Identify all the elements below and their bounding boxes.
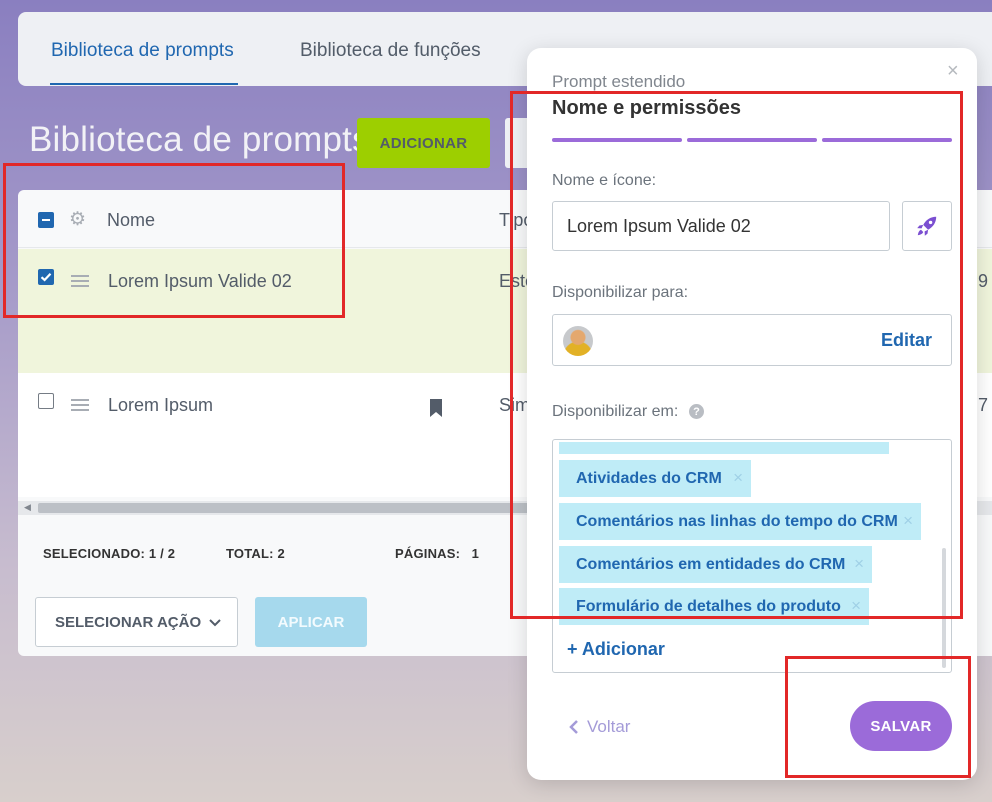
tag-label: Comentários nas linhas do tempo do CRM xyxy=(576,512,898,530)
tab-biblioteca-de-funcoes[interactable]: Biblioteca de funções xyxy=(300,40,481,62)
row-type: Sim xyxy=(499,395,529,415)
edit-link[interactable]: Editar xyxy=(881,330,932,351)
modal-title: Nome e permissões xyxy=(552,97,741,119)
pages-count: PÁGINAS: 1 xyxy=(395,546,480,561)
avatar[interactable] xyxy=(563,326,593,356)
tag-item: Comentários nas linhas do tempo do CRM × xyxy=(559,503,921,540)
tag-item: Atividades do CRM × xyxy=(559,460,751,497)
modal-subtitle: Prompt estendido xyxy=(552,72,686,91)
active-tab-underline xyxy=(50,83,238,85)
selected-count: SELECIONADO: 1 / 2 xyxy=(43,546,176,561)
remove-tag-icon[interactable]: × xyxy=(903,511,913,531)
total-count: TOTAL: 2 xyxy=(226,546,285,561)
help-icon[interactable]: ? xyxy=(689,404,704,419)
chevron-left-icon xyxy=(569,720,578,734)
rocket-icon xyxy=(917,216,937,236)
tag-item: Comentários em entidades do CRM × xyxy=(559,546,872,583)
tag-partial xyxy=(559,442,889,454)
name-label: Nome e ícone: xyxy=(552,172,657,189)
drag-handle-icon[interactable] xyxy=(71,399,89,411)
save-button[interactable]: SALVAR xyxy=(850,701,952,751)
tag-label: Formulário de detalhes do produto xyxy=(576,597,841,615)
column-header-tipo[interactable]: Tipo xyxy=(499,210,529,231)
check-icon xyxy=(40,273,52,282)
select-action-dropdown[interactable]: SELECIONAR AÇÃO xyxy=(35,597,238,647)
row-name[interactable]: Lorem Ipsum xyxy=(108,395,213,416)
name-input[interactable]: Lorem Ipsum Valide 02 xyxy=(552,201,890,251)
column-header-nome[interactable]: Nome xyxy=(107,210,155,231)
share-field[interactable]: Editar xyxy=(552,314,952,366)
remove-tag-icon[interactable]: × xyxy=(733,468,743,488)
tab-biblioteca-de-prompts[interactable]: Biblioteca de prompts xyxy=(51,40,234,62)
row-name[interactable]: Lorem Ipsum Valide 02 xyxy=(108,271,292,292)
select-all-checkbox[interactable] xyxy=(38,212,54,228)
gear-icon[interactable]: ⚙ xyxy=(69,208,86,231)
row-checkbox[interactable] xyxy=(38,393,54,409)
share-label: Disponibilizar para: xyxy=(552,284,689,301)
add-tag-link[interactable]: + Adicionar xyxy=(567,639,665,660)
chevron-down-icon xyxy=(209,619,221,627)
progress-step-1 xyxy=(552,138,682,142)
row-trailing-value: 9 xyxy=(978,271,989,291)
row-checkbox[interactable] xyxy=(38,269,54,285)
add-button[interactable]: ADICIONAR xyxy=(357,118,490,168)
progress-step-2 xyxy=(687,138,817,142)
icon-picker-button[interactable] xyxy=(902,201,952,251)
progress-step-3 xyxy=(822,138,952,142)
tags-field[interactable]: Atividades do CRM × Comentários nas linh… xyxy=(552,439,952,673)
row-type: Este xyxy=(499,271,529,291)
page-title: Biblioteca de prompts xyxy=(29,120,370,159)
apply-button[interactable]: APLICAR xyxy=(255,597,367,647)
select-action-label: SELECIONAR AÇÃO xyxy=(55,613,202,631)
tag-item: Formulário de detalhes do produto × xyxy=(559,588,869,625)
close-icon[interactable]: × xyxy=(947,60,959,83)
prompt-settings-modal: Prompt estendido × Nome e permissões Nom… xyxy=(527,48,977,780)
row-trailing-value: 7 xyxy=(978,395,989,415)
vertical-scrollbar[interactable] xyxy=(942,548,946,668)
remove-tag-icon[interactable]: × xyxy=(851,596,861,616)
back-link[interactable]: Voltar xyxy=(569,717,630,737)
drag-handle-icon[interactable] xyxy=(71,275,89,287)
bookmark-icon[interactable] xyxy=(429,399,443,417)
back-label: Voltar xyxy=(587,717,631,736)
remove-tag-icon[interactable]: × xyxy=(854,554,864,574)
tag-label: Comentários em entidades do CRM xyxy=(576,555,846,573)
available-in-label: Disponibilizar em: xyxy=(552,403,679,420)
tag-label: Atividades do CRM xyxy=(576,469,722,487)
scroll-left-icon[interactable]: ◀ xyxy=(24,502,31,513)
